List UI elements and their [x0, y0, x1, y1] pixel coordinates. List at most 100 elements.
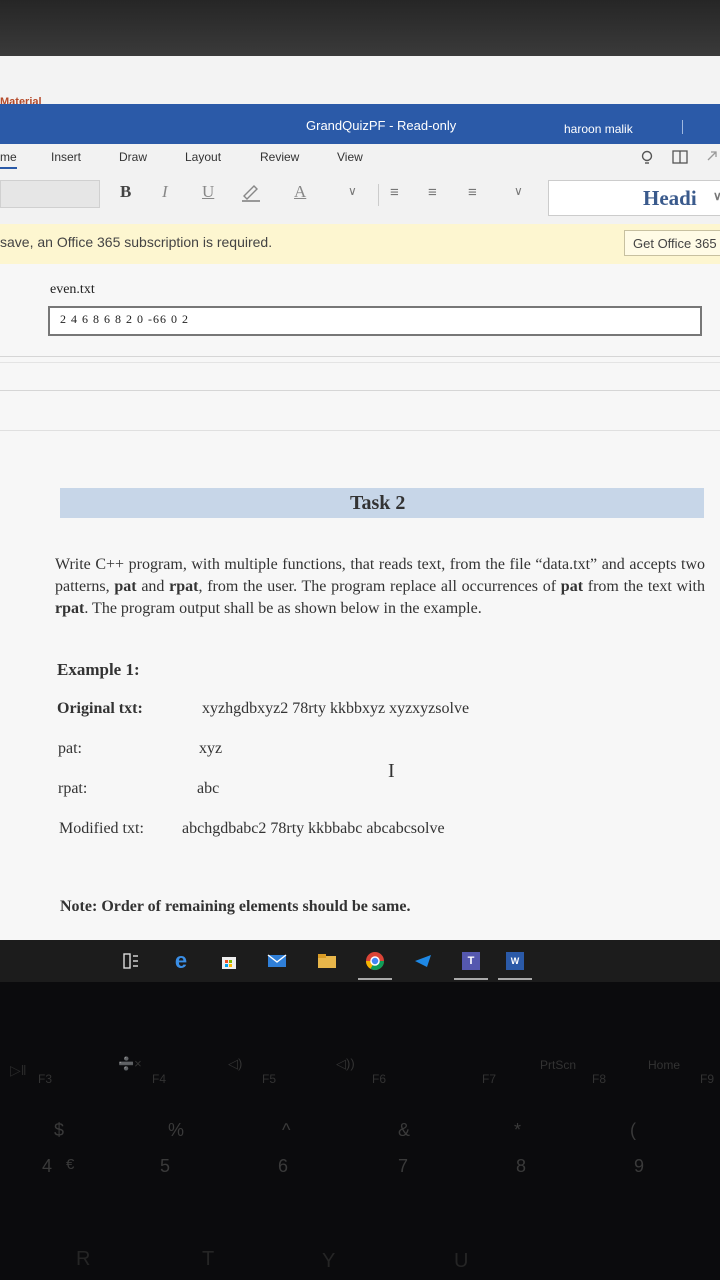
asterisk-key: * — [514, 1120, 522, 1140]
style-name: Headi — [643, 186, 697, 210]
divider — [0, 430, 720, 431]
notice-message: save, an Office 365 subscription is requ… — [0, 234, 273, 250]
task-pat: pat — [114, 578, 137, 595]
bullet-list-icon[interactable]: ≡ — [390, 184, 399, 201]
text-cursor-icon: I — [388, 760, 395, 782]
teams-letter: T — [462, 952, 480, 970]
title-bar: GrandQuizPF - Read-only haroon malik — [0, 104, 720, 144]
media-key-icon: ▷‖ — [10, 1062, 27, 1078]
f8-key: F8 — [592, 1072, 607, 1086]
task-title: Task 2 — [350, 492, 406, 514]
percent-key: % — [168, 1120, 185, 1140]
align-icon[interactable]: ≡ — [468, 184, 477, 201]
document-page[interactable]: even.txt 2 4 6 8 6 8 2 0 -66 0 2 Task 2 … — [0, 264, 720, 940]
t-key: T — [202, 1248, 215, 1270]
subscription-notice: save, an Office 365 subscription is requ… — [0, 224, 720, 265]
file-content: 2 4 6 8 6 8 2 0 -66 0 2 — [60, 312, 189, 326]
y-key: Y — [322, 1250, 336, 1272]
formatting-toolbar: B I U A ∨ ≡ ≡ ≡ ∨ Headi ∨ — [0, 176, 720, 225]
account-name[interactable]: haroon malik — [564, 122, 633, 136]
prtscn-key: PrtScn — [540, 1058, 577, 1072]
divider — [0, 362, 720, 363]
teams-icon[interactable]: T — [454, 950, 488, 980]
divider — [0, 356, 720, 357]
digit-5-key: 5 — [160, 1156, 171, 1176]
file-explorer-icon[interactable] — [316, 950, 338, 972]
note: Note: Order of remaining elements should… — [60, 898, 411, 915]
pat-label: pat: — [58, 740, 82, 757]
style-picker[interactable]: Headi ∨ — [548, 180, 720, 216]
font-size-box[interactable] — [0, 180, 100, 208]
tab-draw[interactable]: Draw — [119, 150, 147, 164]
task-mid: , from the user. The program replace all… — [198, 578, 561, 595]
digit-7-key: 7 — [398, 1156, 409, 1176]
task-and: and — [136, 578, 170, 595]
store-icon[interactable] — [218, 950, 240, 972]
ribbon-tabs: me Insert Draw Layout Review View — [0, 144, 720, 176]
window-title: GrandQuizPF - Read-only — [306, 118, 457, 133]
toolbar-divider — [378, 184, 379, 206]
mute-icon: ➗× — [118, 1056, 142, 1071]
chevron-down-icon: ∨ — [713, 189, 720, 203]
digit-4-key: 4 — [42, 1156, 53, 1176]
rpat-value: abc — [197, 780, 220, 797]
share-icon[interactable] — [706, 150, 718, 167]
task-mid2: from the text with — [583, 578, 705, 595]
word-letter: W — [506, 952, 524, 970]
media-icon[interactable] — [412, 950, 434, 972]
chrome-icon[interactable] — [358, 950, 392, 980]
volume-up-icon: ◁)) — [336, 1056, 355, 1071]
f4-key: F4 — [152, 1072, 167, 1086]
word-icon[interactable]: W — [498, 950, 532, 980]
task-view-icon[interactable] — [120, 950, 142, 972]
r-key: R — [76, 1248, 91, 1270]
f5-key: F5 — [262, 1072, 277, 1086]
task-pat2: pat — [560, 578, 584, 595]
task-description: Write C++ program, with multiple functio… — [55, 554, 705, 620]
divider — [0, 390, 720, 391]
italic-button[interactable]: I — [162, 182, 168, 202]
file-label: even.txt — [50, 282, 95, 297]
tab-review[interactable]: Review — [260, 150, 299, 164]
original-label: Original txt: — [57, 700, 143, 717]
caret-key: ^ — [282, 1120, 291, 1140]
original-value: xyzhgdbxyz2 78rty kkbbxyz xyzxyzsolve — [202, 700, 470, 717]
windows-taskbar: e T W — [0, 940, 720, 982]
highlight-icon[interactable] — [240, 182, 262, 207]
mail-icon[interactable] — [266, 950, 288, 972]
bold-button[interactable]: B — [120, 182, 131, 202]
digit-9-key: 9 — [634, 1156, 645, 1176]
font-color-button[interactable]: A — [294, 182, 306, 202]
euro-key: € — [66, 1156, 75, 1173]
modified-value: abchgdbabc2 78rty kkbbabc abcabcsolve — [182, 820, 445, 837]
tab-layout[interactable]: Layout — [185, 150, 221, 164]
task-rpat: rpat — [169, 578, 199, 595]
monitor-bezel — [0, 0, 720, 56]
ampersand-key: & — [398, 1120, 411, 1140]
tab-view[interactable]: View — [337, 150, 363, 164]
tab-home[interactable]: me — [0, 150, 17, 169]
get-office-button[interactable]: Get Office 365 — [624, 230, 720, 256]
chevron-down-icon[interactable]: ∨ — [514, 184, 523, 198]
example-title: Example 1: — [57, 660, 140, 679]
rpat-label: rpat: — [58, 780, 88, 797]
pat-value: xyz — [199, 740, 223, 757]
f6-key: F6 — [372, 1072, 387, 1086]
f3-key: F3 — [38, 1072, 53, 1086]
u-key: U — [454, 1250, 469, 1272]
file-content-box: 2 4 6 8 6 8 2 0 -66 0 2 — [48, 306, 702, 336]
volume-down-icon: ◁) — [228, 1056, 243, 1071]
lightbulb-icon[interactable] — [640, 150, 654, 169]
numbered-list-icon[interactable]: ≡ — [428, 184, 437, 201]
digit-8-key: 8 — [516, 1156, 527, 1176]
home-key: Home — [648, 1058, 681, 1072]
chevron-down-icon[interactable]: ∨ — [348, 184, 357, 198]
f9-key: F9 — [700, 1072, 715, 1086]
edge-icon[interactable]: e — [170, 948, 192, 973]
tab-insert[interactable]: Insert — [51, 150, 81, 164]
paren-key: ( — [630, 1120, 636, 1140]
reading-mode-icon[interactable] — [672, 150, 688, 167]
f7-key: F7 — [482, 1072, 497, 1086]
digit-6-key: 6 — [278, 1156, 289, 1176]
underline-button[interactable]: U — [202, 182, 214, 202]
